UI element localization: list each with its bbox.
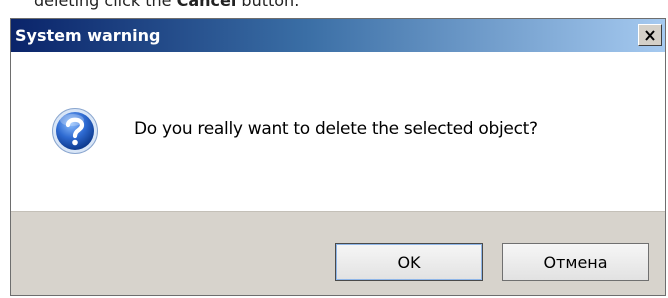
close-icon [645, 29, 655, 41]
ok-button[interactable]: OK [335, 243, 483, 281]
dialog-footer: OK Отмена [11, 211, 665, 295]
doc-text-bold: Cancel [176, 0, 237, 10]
system-warning-dialog: System warning Do you really want to del… [10, 18, 666, 296]
doc-text-after: button. [241, 0, 300, 10]
dialog-body: Do you really want to delete the selecte… [11, 52, 665, 211]
doc-text-before: deleting click the [34, 0, 172, 10]
question-icon [52, 108, 98, 154]
cancel-button[interactable]: Отмена [502, 243, 649, 281]
dialog-titlebar[interactable]: System warning [11, 19, 665, 52]
document-text-fragment: deleting click the Cancel button. [34, 0, 299, 10]
dialog-title: System warning [15, 26, 161, 45]
close-button[interactable] [638, 24, 662, 46]
dialog-message: Do you really want to delete the selecte… [134, 119, 538, 139]
